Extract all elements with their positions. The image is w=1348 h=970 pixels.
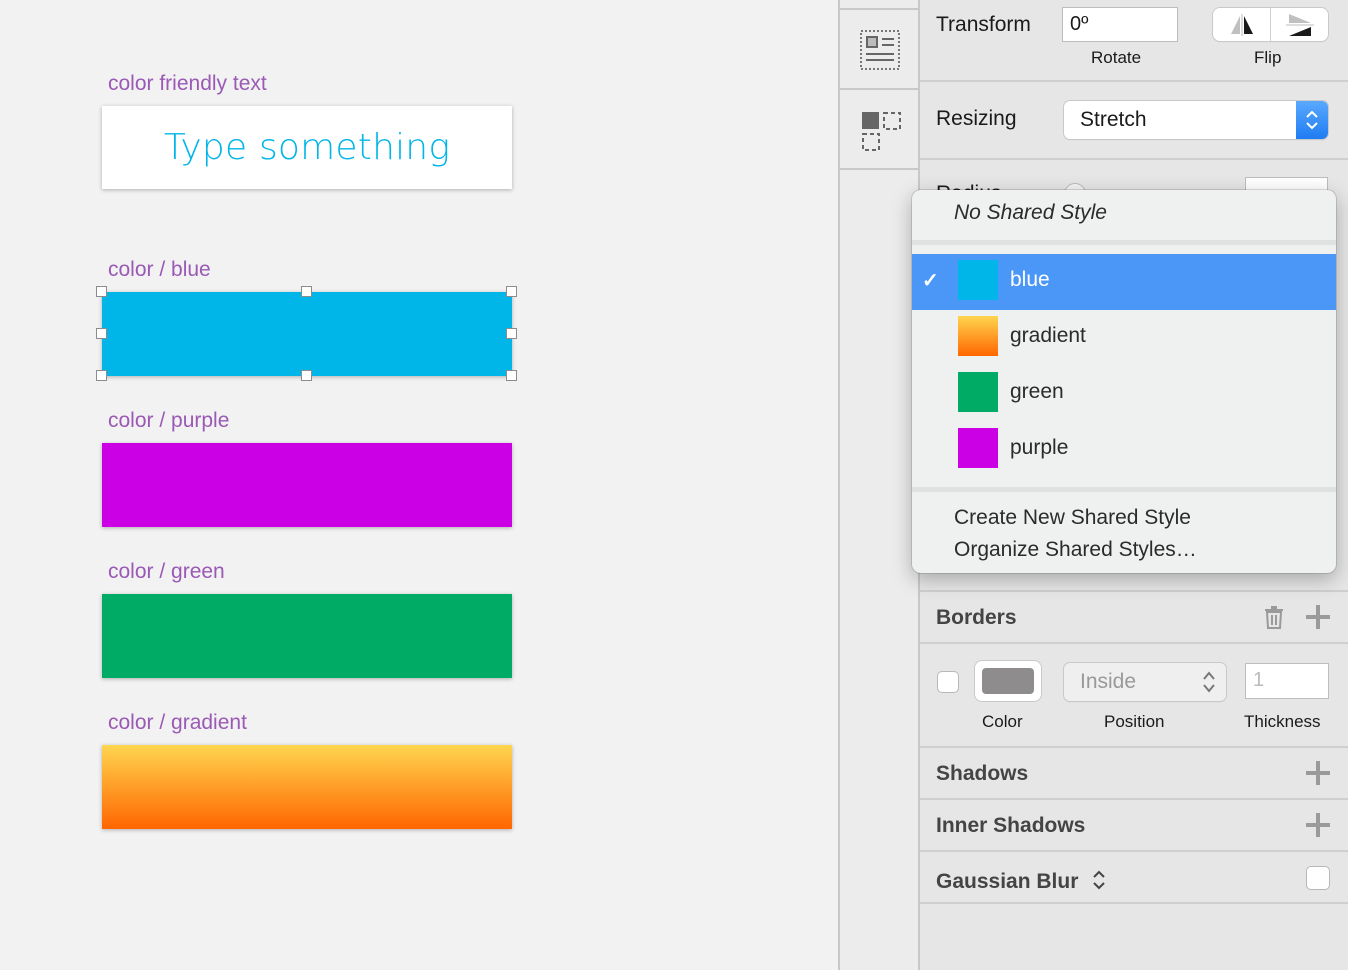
divider xyxy=(920,798,1348,800)
style-swatch-blue xyxy=(958,260,998,300)
borders-section-title: Borders xyxy=(936,606,1017,629)
artboard-label-purple[interactable]: color / purple xyxy=(108,409,229,433)
text-layout-icon xyxy=(860,30,900,70)
resize-handle-bottom-right[interactable] xyxy=(506,370,517,381)
resizing-constraints-icon xyxy=(862,112,901,151)
menu-item-no-shared-style[interactable]: No Shared Style xyxy=(954,201,1336,225)
flip-label: Flip xyxy=(1254,48,1282,67)
rect-blue-selected[interactable] xyxy=(102,292,512,376)
border-color-swatch xyxy=(982,668,1034,694)
rect-green[interactable] xyxy=(102,594,512,678)
gaussian-blur-title: Gaussian Blur xyxy=(936,870,1079,893)
resize-handle-left[interactable] xyxy=(96,328,107,339)
style-name: blue xyxy=(1010,268,1050,291)
artboard-label-green[interactable]: color / green xyxy=(108,560,225,584)
strip-cell-top xyxy=(840,0,918,10)
chevron-up-down-icon xyxy=(1093,870,1105,890)
select-chevrons-icon xyxy=(1296,101,1328,139)
flip-button-group xyxy=(1213,8,1328,41)
resizing-label: Resizing xyxy=(936,107,1017,130)
flip-vertical-button[interactable] xyxy=(1270,8,1328,41)
style-swatch-purple xyxy=(958,428,998,468)
resizing-select[interactable]: Stretch xyxy=(1064,101,1328,139)
inner-shadows-section-title: Inner Shadows xyxy=(936,814,1086,837)
menu-item-create-shared-style[interactable]: Create New Shared Style xyxy=(954,506,1336,530)
divider xyxy=(920,158,1348,160)
blur-type-selector[interactable]: Gaussian Blur xyxy=(936,866,1106,894)
menu-item-style-green[interactable]: green xyxy=(912,366,1336,422)
resize-handle-top[interactable] xyxy=(301,286,312,297)
border-thickness-label: Thickness xyxy=(1244,712,1321,731)
rotate-input[interactable]: 0º xyxy=(1062,7,1178,42)
resizing-select-value: Stretch xyxy=(1080,108,1147,131)
shadows-section-title: Shadows xyxy=(936,762,1029,785)
artboard-label-blue[interactable]: color / blue xyxy=(108,258,211,282)
menu-item-style-blue[interactable]: ✓ blue xyxy=(912,254,1336,310)
trash-icon[interactable] xyxy=(1264,605,1284,629)
strip-tab-resizing[interactable] xyxy=(840,90,918,170)
text-layer-type-something[interactable]: Type something xyxy=(102,106,512,189)
strip-tab-text-layout[interactable] xyxy=(840,10,918,90)
flip-horizontal-button[interactable] xyxy=(1213,8,1270,41)
checkmark-icon: ✓ xyxy=(922,270,939,292)
style-swatch-gradient xyxy=(958,316,998,356)
resize-handle-top-right[interactable] xyxy=(506,286,517,297)
border-color-well[interactable] xyxy=(975,661,1041,701)
add-border-icon[interactable] xyxy=(1306,605,1330,629)
resize-handle-top-left[interactable] xyxy=(96,286,107,297)
menu-item-style-purple[interactable]: purple xyxy=(912,422,1336,478)
style-name: gradient xyxy=(1010,324,1086,347)
menu-separator xyxy=(912,487,1336,492)
border-enabled-checkbox[interactable] xyxy=(937,671,959,693)
add-shadow-icon[interactable] xyxy=(1306,761,1330,785)
border-position-label: Position xyxy=(1104,712,1165,731)
shared-style-menu: No Shared Style ✓ blue gradient green pu… xyxy=(912,190,1336,573)
select-chevrons-icon xyxy=(1203,671,1215,693)
flip-horizontal-icon xyxy=(1230,13,1253,36)
menu-item-style-gradient[interactable]: gradient xyxy=(912,310,1336,366)
border-thickness-input[interactable]: 1 xyxy=(1245,663,1329,699)
resize-handle-bottom-left[interactable] xyxy=(96,370,107,381)
design-canvas[interactable]: color friendly text Type something color… xyxy=(0,0,838,970)
style-swatch-green xyxy=(958,372,998,412)
menu-item-organize-shared-styles[interactable]: Organize Shared Styles… xyxy=(954,538,1336,562)
flip-vertical-icon xyxy=(1285,13,1314,36)
divider xyxy=(920,590,1348,592)
divider xyxy=(920,642,1348,644)
border-color-label: Color xyxy=(982,712,1023,731)
transform-label: Transform xyxy=(936,13,1031,36)
divider xyxy=(920,902,1348,904)
rotate-label: Rotate xyxy=(1091,48,1142,67)
style-name: purple xyxy=(1010,436,1069,459)
artboard-label-gradient[interactable]: color / gradient xyxy=(108,711,247,735)
divider xyxy=(920,746,1348,748)
divider xyxy=(920,850,1348,852)
rect-gradient[interactable] xyxy=(102,745,512,829)
inspector-tab-strip xyxy=(838,0,920,970)
resize-handle-right[interactable] xyxy=(506,328,517,339)
rect-purple[interactable] xyxy=(102,443,512,527)
gaussian-blur-checkbox[interactable] xyxy=(1306,866,1330,890)
divider xyxy=(920,80,1348,82)
border-position-value: Inside xyxy=(1080,670,1137,693)
resize-handle-bottom[interactable] xyxy=(301,370,312,381)
border-position-select[interactable]: Inside xyxy=(1064,663,1226,701)
style-name: green xyxy=(1010,380,1064,403)
menu-separator xyxy=(912,240,1336,245)
add-inner-shadow-icon[interactable] xyxy=(1306,813,1330,837)
artboard-label-text[interactable]: color friendly text xyxy=(108,72,267,96)
